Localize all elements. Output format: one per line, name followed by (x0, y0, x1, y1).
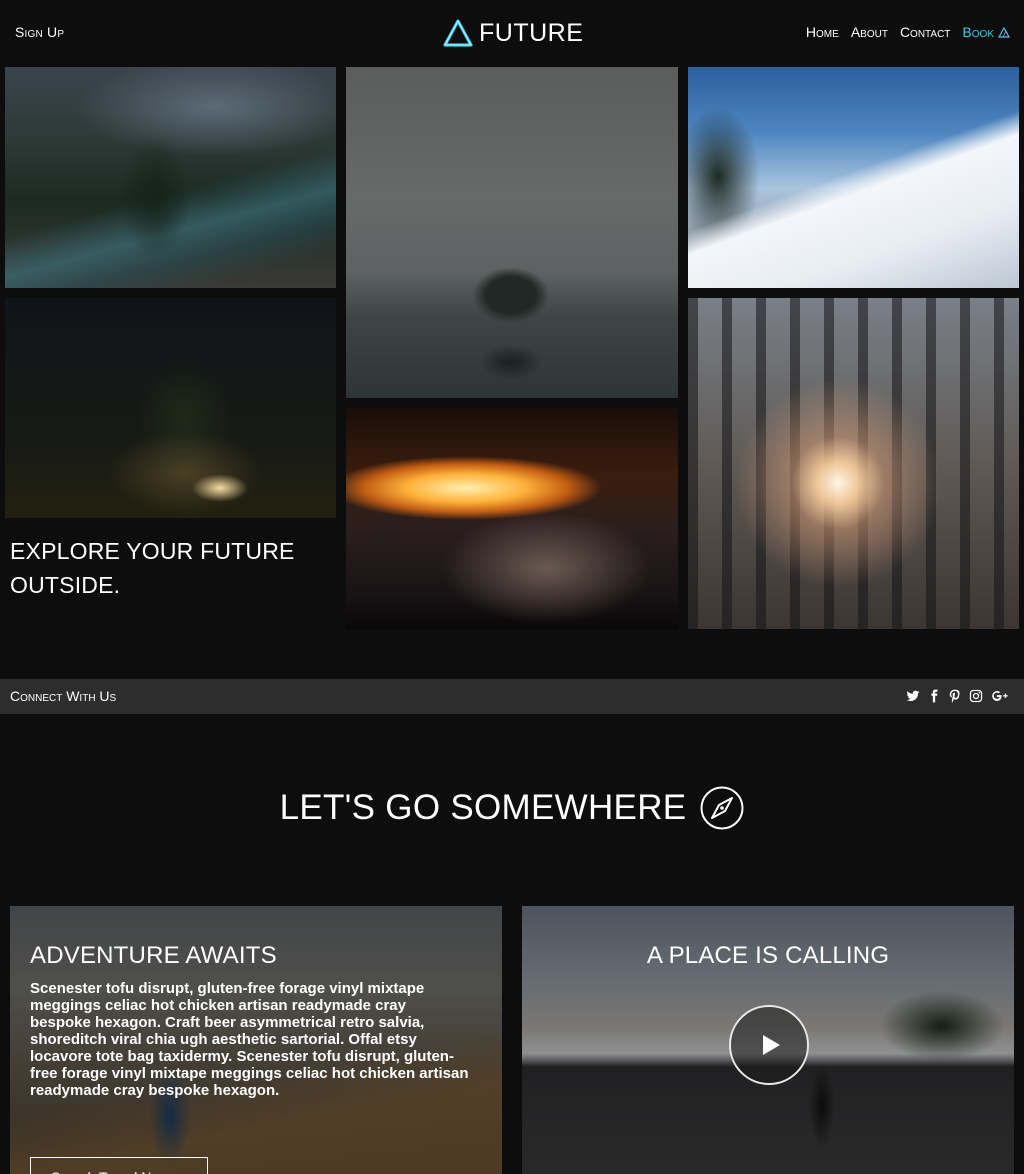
twitter-icon[interactable] (906, 687, 920, 705)
starry-night-tent-photo (5, 298, 336, 518)
pinterest-icon[interactable] (948, 687, 962, 705)
search-travel-button[interactable]: Search Travel Now (30, 1157, 208, 1174)
snowy-mountain-hiker-photo (688, 67, 1019, 288)
main-nav: Home About Contact Book (806, 24, 1010, 40)
forest-river-photo (5, 67, 336, 288)
social-links (906, 687, 1010, 705)
nav-book[interactable]: Book (962, 24, 1010, 40)
signup-link[interactable]: Sign Up (15, 24, 64, 40)
nav-book-label: Book (962, 24, 994, 40)
explore-tagline: EXPLORE YOUR FUTURE OUTSIDE. (10, 538, 295, 598)
play-video-button[interactable] (729, 1005, 809, 1085)
forest-sunbeam-photo (688, 298, 1019, 629)
site-header: Sign Up FUTURE Home About Contact Book (0, 0, 1024, 67)
triangle-icon (998, 26, 1010, 38)
nav-about[interactable]: About (851, 24, 888, 40)
nav-contact[interactable]: Contact (900, 24, 950, 40)
section-title: LET'S GO SOMEWHERE (279, 788, 687, 827)
logo-text: FUTURE (479, 18, 584, 47)
compass-icon (700, 786, 744, 830)
play-icon (763, 1035, 780, 1055)
adventure-card: ADVENTURE AWAITS Scenester tofu disrupt,… (10, 906, 502, 1174)
adventure-card-title: ADVENTURE AWAITS (30, 942, 277, 969)
misty-lake-island-photo (346, 67, 678, 398)
triangle-logo-icon (443, 19, 473, 47)
instagram-icon[interactable] (969, 687, 983, 705)
connect-bar: Connect With Us (0, 679, 1024, 714)
google-plus-icon[interactable] (990, 687, 1010, 705)
logo[interactable]: FUTURE (443, 17, 583, 49)
place-calling-card: A PLACE IS CALLING (522, 906, 1014, 1174)
section-heading: LET'S GO SOMEWHERE (0, 786, 1024, 830)
adventure-card-body: Scenester tofu disrupt, gluten-free fora… (30, 980, 469, 1099)
place-calling-card-title: A PLACE IS CALLING (646, 942, 890, 969)
sunset-clouds-photo (346, 408, 678, 629)
connect-label: Connect With Us (10, 688, 117, 704)
nav-home[interactable]: Home (806, 24, 839, 40)
facebook-icon[interactable] (927, 687, 941, 705)
